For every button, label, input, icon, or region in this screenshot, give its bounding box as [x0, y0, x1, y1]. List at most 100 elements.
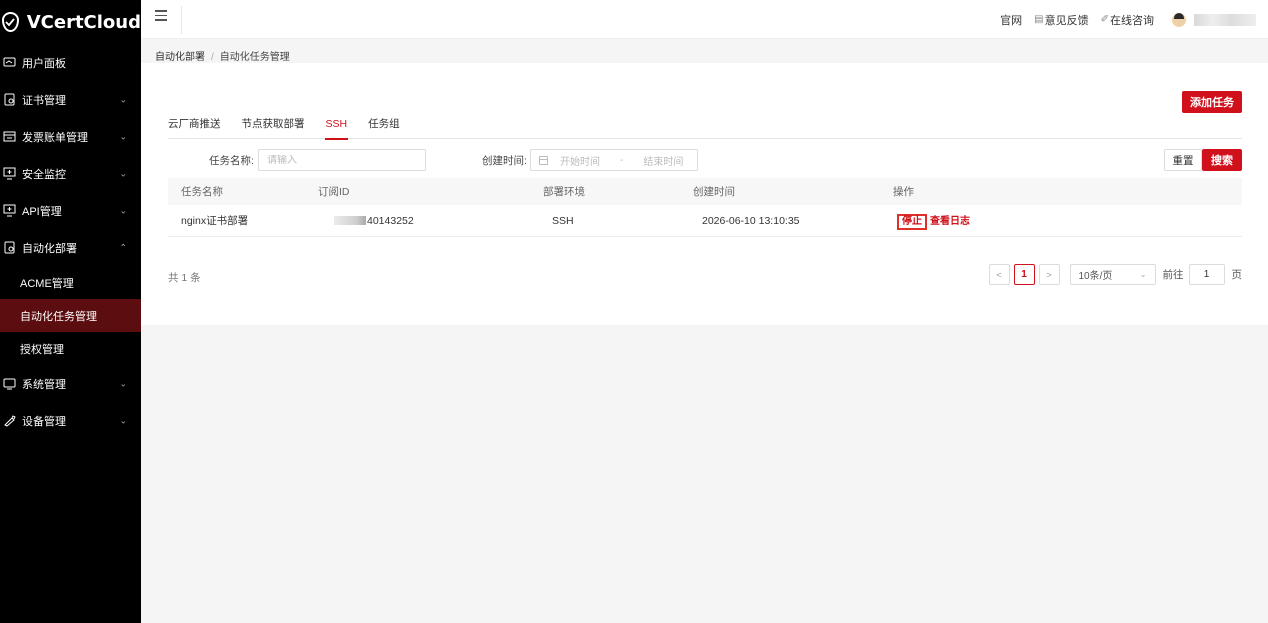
- pagination: < 1 > 10条/页 ⌄ 前往 1 页: [988, 264, 1243, 285]
- total-count: 共 1 条: [168, 272, 201, 284]
- divider: [181, 6, 182, 34]
- task-name-label: 任务名称:: [209, 155, 254, 167]
- chevron-up-icon: ⌃: [119, 242, 127, 252]
- sidebar-item-label: API管理: [22, 205, 62, 218]
- sidebar-subitem-label: 授权管理: [20, 343, 64, 356]
- sidebar-item-automation[interactable]: 自动化部署 ⌃: [0, 229, 141, 266]
- chevron-down-icon: ⌄: [119, 94, 127, 104]
- sidebar-item-label: 设备管理: [22, 415, 66, 428]
- username[interactable]: [1194, 13, 1256, 26]
- chevron-down-icon: ⌄: [119, 168, 127, 178]
- link-label: 意见反馈: [1044, 14, 1089, 27]
- top-links: 官网 ▤ 意见反馈 ✐ 在线咨询: [988, 0, 1256, 39]
- sidebar-item-api[interactable]: API管理 ⌄: [0, 192, 141, 229]
- sidebar-item-label: 用户面板: [22, 57, 66, 70]
- brand-name: VCertCloud: [26, 11, 141, 33]
- chevron-left-icon: <: [996, 269, 1002, 280]
- sidebar-subitem-automation-tasks[interactable]: 自动化任务管理: [0, 299, 141, 332]
- monitor-icon: [2, 167, 16, 181]
- goto-unit: 页: [1231, 269, 1243, 281]
- tab-node-deploy[interactable]: 节点获取部署: [242, 116, 305, 139]
- invoice-icon: [2, 130, 16, 144]
- next-page-button[interactable]: >: [1038, 264, 1060, 285]
- goto-page-input[interactable]: 1: [1188, 264, 1225, 285]
- sidebar-item-dashboard[interactable]: 用户面板: [0, 44, 141, 81]
- sidebar-item-label: 自动化部署: [22, 242, 77, 255]
- tab-cloud-push[interactable]: 云厂商推送: [168, 116, 221, 139]
- shield-check-icon: [2, 12, 19, 32]
- subscription-id-value: 40143252: [367, 214, 414, 227]
- add-task-button[interactable]: 添加任务: [1182, 91, 1242, 113]
- feedback-icon: ▤: [1034, 14, 1044, 25]
- calendar-icon: [539, 155, 548, 165]
- env-cell: SSH: [552, 214, 574, 227]
- link-label: 在线咨询: [1110, 14, 1154, 27]
- sidebar-item-label: 发票账单管理: [22, 131, 88, 144]
- task-name-input[interactable]: [267, 154, 425, 166]
- chevron-down-icon: ⌄: [1139, 270, 1147, 279]
- prev-page-button[interactable]: <: [988, 264, 1010, 285]
- start-date-input[interactable]: 开始时间: [560, 153, 600, 168]
- official-site-link[interactable]: 官网: [1000, 12, 1022, 28]
- sidebar-item-security[interactable]: 安全监控 ⌄: [0, 155, 141, 192]
- sidebar-menu: 用户面板 证书管理 ⌄ 发票账单管理 ⌄ 安全监控 ⌄ API管理 ⌄ 自动化部…: [0, 44, 141, 439]
- column-header: 任务名称: [181, 186, 223, 198]
- feedback-link[interactable]: ▤ 意见反馈: [1034, 12, 1088, 28]
- sidebar-subitem-label: ACME管理: [20, 277, 74, 290]
- task-name-cell: nginx证书部署: [181, 215, 249, 227]
- link-label: 官网: [1000, 14, 1023, 27]
- sidebar-subitem-authorization[interactable]: 授权管理: [0, 332, 141, 365]
- column-header: 部署环境: [543, 186, 585, 198]
- tab-task-group[interactable]: 任务组: [368, 116, 400, 139]
- stop-button[interactable]: 停止: [897, 213, 927, 230]
- logo[interactable]: VCertCloud: [0, 0, 141, 44]
- dashboard-icon: [2, 56, 16, 70]
- breadcrumb-parent[interactable]: 自动化部署: [155, 52, 205, 63]
- sidebar: VCertCloud 用户面板 证书管理 ⌄ 发票账单管理 ⌄ 安全监控 ⌄ A…: [0, 0, 141, 623]
- sidebar-item-label: 证书管理: [22, 94, 66, 107]
- top-bar: 官网 ▤ 意见反馈 ✐ 在线咨询: [141, 0, 1268, 39]
- sidebar-item-devices[interactable]: 设备管理 ⌄: [0, 402, 141, 439]
- sidebar-subitem-acme[interactable]: ACME管理: [0, 266, 141, 299]
- breadcrumb-separator: /: [211, 52, 214, 63]
- tab-ssh[interactable]: SSH: [324, 116, 348, 140]
- redacted-id-part: [334, 216, 366, 226]
- menu-toggle-icon[interactable]: [155, 10, 167, 22]
- chat-icon: ✐: [1100, 14, 1109, 25]
- certificate-icon: [2, 93, 16, 107]
- operations-cell: 停止 查看日志: [893, 212, 970, 230]
- breadcrumb-current: 自动化任务管理: [219, 52, 290, 63]
- tab-bar: 云厂商推送 节点获取部署 SSH 任务组: [168, 116, 1242, 140]
- sidebar-item-label: 系统管理: [22, 378, 66, 391]
- range-separator: -: [620, 154, 624, 166]
- end-date-input[interactable]: 结束时间: [643, 153, 683, 168]
- chevron-down-icon: ⌄: [119, 131, 127, 141]
- table-header: 任务名称 订阅ID 部署环境 创建时间 操作: [168, 178, 1242, 205]
- sidebar-item-system[interactable]: 系统管理 ⌄: [0, 365, 141, 402]
- date-range-picker[interactable]: 开始时间 - 结束时间: [530, 149, 698, 171]
- online-consult-link[interactable]: ✐ 在线咨询: [1101, 12, 1154, 28]
- column-header: 操作: [893, 186, 914, 198]
- reset-button[interactable]: 重置: [1164, 149, 1202, 171]
- created-time-label: 创建时间:: [482, 155, 527, 167]
- system-icon: [2, 377, 16, 391]
- sidebar-item-certificates[interactable]: 证书管理 ⌄: [0, 81, 141, 118]
- table-row: nginx证书部署 40143252 SSH 2026-06-10 13:10:…: [168, 205, 1242, 237]
- search-button[interactable]: 搜索: [1202, 149, 1242, 171]
- page-size-select[interactable]: 10条/页 ⌄: [1069, 264, 1156, 285]
- avatar[interactable]: [1172, 12, 1186, 27]
- chevron-right-icon: >: [1046, 269, 1052, 280]
- column-header: 订阅ID: [318, 186, 350, 198]
- device-icon: [2, 414, 16, 428]
- column-header: 创建时间: [693, 186, 735, 198]
- sidebar-item-invoices[interactable]: 发票账单管理 ⌄: [0, 118, 141, 155]
- chevron-down-icon: ⌄: [119, 205, 127, 215]
- task-table: 任务名称 订阅ID 部署环境 创建时间 操作 nginx证书部署 4014325…: [168, 178, 1242, 237]
- task-name-field[interactable]: [258, 149, 426, 171]
- view-log-link[interactable]: 查看日志: [930, 216, 970, 227]
- deploy-icon: [2, 241, 16, 255]
- goto-label: 前往: [1162, 269, 1184, 281]
- breadcrumb: 自动化部署 / 自动化任务管理: [155, 48, 290, 63]
- sidebar-item-label: 安全监控: [22, 168, 66, 181]
- page-number-button[interactable]: 1: [1013, 264, 1035, 285]
